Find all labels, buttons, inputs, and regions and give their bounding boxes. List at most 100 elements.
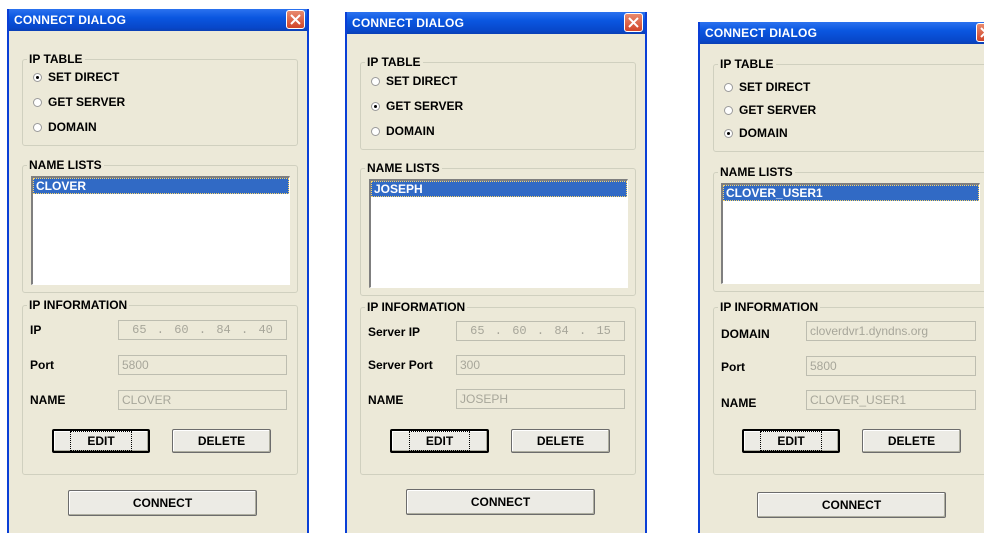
ip-dot: .: [241, 323, 249, 337]
radio-dot: [724, 82, 733, 92]
close-icon: [628, 17, 639, 28]
edit-button[interactable]: EDIT: [390, 429, 489, 453]
radio-label: GET SERVER: [48, 95, 126, 109]
delete-button[interactable]: DELETE: [862, 429, 961, 453]
ip-octet: 84: [554, 324, 569, 338]
ip-octet: 65: [132, 323, 147, 337]
ip-dot: .: [579, 324, 587, 338]
name-field[interactable]: JOSEPH: [456, 389, 625, 409]
connect-button[interactable]: CONNECT: [406, 489, 595, 515]
connect-button[interactable]: CONNECT: [68, 490, 257, 516]
close-button[interactable]: [976, 23, 984, 42]
title-bar: CONNECT DIALOG: [347, 12, 645, 34]
radio-label: SET DIRECT: [739, 80, 811, 94]
ip-address-field[interactable]: 65. 60. 84. 40: [118, 320, 287, 340]
radio-get-server[interactable]: GET SERVER: [33, 94, 125, 110]
ip-octet: 40: [258, 323, 273, 337]
name-label: NAME: [368, 393, 404, 407]
radio-dot: [724, 128, 733, 138]
name-lists-legend: NAME LISTS: [29, 158, 102, 172]
radio-label: SET DIRECT: [386, 74, 458, 88]
ip-dot: .: [156, 323, 164, 337]
dialog-title: CONNECT DIALOG: [705, 26, 818, 40]
close-icon: [980, 27, 984, 38]
list-item-selected[interactable]: CLOVER_USER1: [723, 185, 979, 201]
edit-button-label: EDIT: [760, 431, 822, 451]
ip-octet: 15: [596, 324, 611, 338]
connect-dialog-get-server: CONNECT DIALOG IP TABLE SET DIRECT GET S…: [345, 12, 647, 533]
domain-field[interactable]: cloverdvr1.dyndns.org: [806, 321, 976, 341]
dialog-title: CONNECT DIALOG: [14, 13, 127, 27]
close-button[interactable]: [624, 13, 643, 32]
radio-domain[interactable]: DOMAIN: [724, 125, 788, 141]
radio-dot: [33, 72, 42, 82]
ip-dot: .: [536, 324, 545, 338]
ip-information-legend: IP INFORMATION: [29, 298, 128, 312]
name-label: NAME: [721, 396, 757, 410]
name-field[interactable]: CLOVER_USER1: [806, 390, 976, 410]
connect-button[interactable]: CONNECT: [757, 492, 946, 518]
ip-information-legend: IP INFORMATION: [367, 300, 466, 314]
name-list[interactable]: JOSEPH: [369, 179, 628, 288]
radio-dot: [371, 101, 380, 111]
dialog-title: CONNECT DIALOG: [352, 16, 465, 30]
name-list[interactable]: CLOVER_USER1: [721, 183, 980, 284]
server-ip-address-field[interactable]: 65. 60. 84. 15: [456, 321, 625, 341]
ip-table-legend: IP TABLE: [720, 57, 774, 71]
radio-label: DOMAIN: [48, 120, 97, 134]
radio-label: GET SERVER: [386, 99, 464, 113]
radio-set-direct[interactable]: SET DIRECT: [33, 69, 119, 85]
list-item-selected[interactable]: CLOVER: [33, 178, 289, 194]
ip-octet: 84: [216, 323, 231, 337]
connect-dialog-set-direct: CONNECT DIALOG IP TABLE SET DIRECT GET S…: [7, 9, 309, 533]
radio-dot: [33, 97, 42, 107]
port-field[interactable]: 5800: [806, 356, 976, 376]
ip-octet: 60: [174, 323, 189, 337]
radio-get-server[interactable]: GET SERVER: [724, 102, 816, 118]
title-bar: CONNECT DIALOG: [700, 22, 984, 44]
ip-information-legend: IP INFORMATION: [720, 300, 819, 314]
server-port-label: Server Port: [368, 358, 433, 372]
port-label: Port: [721, 360, 745, 374]
ip-octet: 65: [470, 324, 485, 338]
close-icon: [290, 14, 301, 25]
title-bar: CONNECT DIALOG: [9, 9, 307, 31]
ip-label: IP: [30, 323, 42, 337]
ip-table-legend: IP TABLE: [367, 55, 421, 69]
port-label: Port: [30, 358, 54, 372]
domain-label: DOMAIN: [721, 327, 770, 341]
ip-octet: 60: [512, 324, 527, 338]
edit-button[interactable]: EDIT: [52, 429, 150, 453]
server-port-field[interactable]: 300: [456, 355, 625, 375]
radio-dot: [724, 105, 733, 115]
radio-dot: [371, 126, 380, 136]
radio-get-server[interactable]: GET SERVER: [371, 98, 463, 114]
name-field[interactable]: CLOVER: [118, 390, 287, 410]
edit-button[interactable]: EDIT: [742, 429, 840, 453]
name-list[interactable]: CLOVER: [31, 176, 290, 285]
radio-label: GET SERVER: [739, 103, 817, 117]
delete-button[interactable]: DELETE: [172, 429, 271, 453]
connect-dialog-domain: CONNECT DIALOG IP TABLE SET DIRECT GET S…: [698, 22, 984, 533]
ip-dot: .: [198, 323, 207, 337]
port-field[interactable]: 5800: [118, 355, 287, 375]
name-lists-legend: NAME LISTS: [367, 161, 440, 175]
radio-domain[interactable]: DOMAIN: [33, 119, 97, 135]
radio-label: DOMAIN: [739, 126, 788, 140]
radio-dot: [371, 76, 380, 86]
name-lists-legend: NAME LISTS: [720, 165, 793, 179]
radio-dot: [33, 122, 42, 132]
radio-set-direct[interactable]: SET DIRECT: [724, 79, 810, 95]
radio-set-direct[interactable]: SET DIRECT: [371, 73, 457, 89]
edit-button-label: EDIT: [70, 431, 132, 451]
edit-button-label: EDIT: [408, 431, 471, 451]
list-item-selected[interactable]: JOSEPH: [371, 181, 627, 197]
ip-table-legend: IP TABLE: [29, 52, 83, 66]
name-label: NAME: [30, 393, 66, 407]
delete-button[interactable]: DELETE: [511, 429, 610, 453]
radio-domain[interactable]: DOMAIN: [371, 123, 435, 139]
radio-label: SET DIRECT: [48, 70, 120, 84]
close-button[interactable]: [286, 10, 305, 29]
radio-label: DOMAIN: [386, 124, 435, 138]
server-ip-label: Server IP: [368, 325, 421, 339]
